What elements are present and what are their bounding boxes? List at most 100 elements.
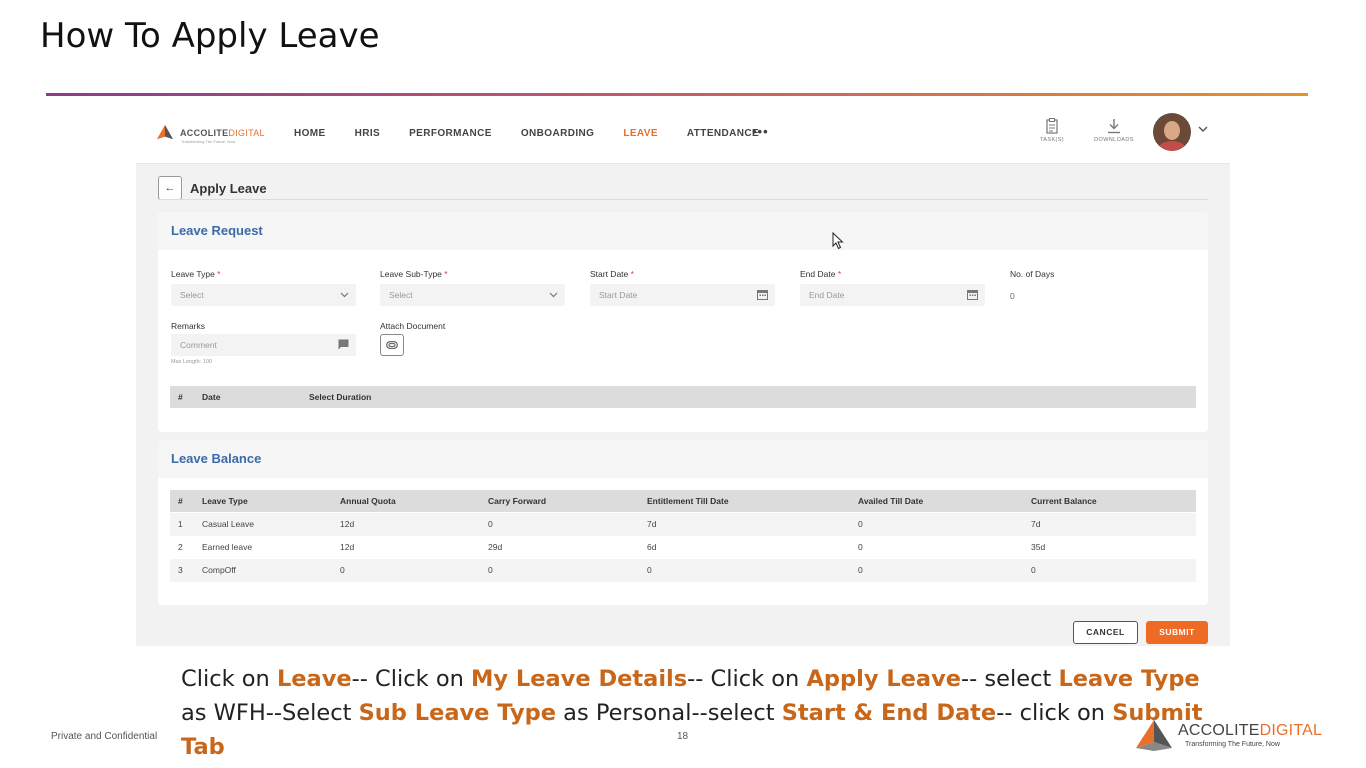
cell: 0	[1031, 565, 1036, 575]
col-num: #	[178, 496, 183, 506]
nav-attendance[interactable]: ATTENDANCE	[687, 128, 759, 139]
leave-balance-card: Leave Balance # Leave Type Annual Quota …	[158, 440, 1208, 605]
cell: 2	[178, 542, 183, 552]
leave-type-placeholder: Select	[180, 290, 204, 300]
cancel-button[interactable]: CANCEL	[1073, 621, 1138, 644]
remarks-placeholder: Comment	[180, 340, 217, 350]
arrow-left-icon: ←	[164, 182, 176, 194]
col-select-duration: Select Duration	[309, 392, 372, 402]
brand-name: ACCOLITEDIGITAL	[1178, 722, 1323, 739]
col-availed: Availed Till Date	[858, 496, 924, 506]
submit-button[interactable]: SUBMIT	[1146, 621, 1208, 644]
cell: 7d	[647, 519, 657, 529]
downloads-button[interactable]: DOWNLOADS	[1092, 118, 1136, 143]
page-header: ← Apply Leave	[158, 176, 267, 200]
balance-table-header: # Leave Type Annual Quota Carry Forward …	[170, 490, 1196, 512]
page-title: Apply Leave	[190, 180, 267, 196]
no-of-days-label: No. of Days	[1010, 269, 1055, 279]
nav-hris[interactable]: HRIS	[355, 128, 381, 139]
end-date-input[interactable]: End Date	[800, 284, 985, 306]
remarks-hint: Max Length: 100	[171, 359, 212, 365]
leave-sub-type-label: Leave Sub-Type *	[380, 269, 448, 279]
cell: Earned leave	[202, 542, 253, 552]
no-of-days-value: 0	[1010, 291, 1015, 301]
clipboard-icon	[1046, 118, 1058, 134]
start-date-input[interactable]: Start Date	[590, 284, 775, 306]
cell: 0	[858, 565, 863, 575]
back-button[interactable]: ←	[158, 176, 182, 200]
col-entitlement: Entitlement Till Date	[647, 496, 729, 506]
brand-tagline: Transforming The Future, Now	[1185, 741, 1280, 748]
cell: 0	[488, 519, 493, 529]
avatar-body	[1158, 141, 1186, 151]
page-number: 18	[677, 731, 689, 742]
downloads-label: DOWNLOADS	[1094, 137, 1134, 143]
leave-request-card: Leave Request Leave Type * Select Leave …	[158, 212, 1208, 432]
download-icon	[1108, 119, 1120, 134]
end-date-label: End Date *	[800, 269, 842, 279]
logo-pyramid-icon	[156, 124, 174, 140]
start-date-label: Start Date *	[590, 269, 634, 279]
logo-pyramid-icon	[1136, 720, 1172, 751]
nav-more-icon[interactable]: •••	[752, 124, 769, 139]
cell: 0	[858, 519, 863, 529]
col-current-balance: Current Balance	[1031, 496, 1097, 506]
attach-document-button[interactable]	[380, 334, 404, 356]
remarks-input[interactable]: Comment	[171, 334, 356, 356]
col-annual-quota: Annual Quota	[340, 496, 396, 506]
nav-home[interactable]: HOME	[294, 128, 326, 139]
leave-type-select[interactable]: Select	[171, 284, 356, 306]
chevron-down-icon[interactable]	[1198, 126, 1208, 133]
leave-sub-type-select[interactable]: Select	[380, 284, 565, 306]
avatar-face	[1164, 121, 1180, 140]
paperclip-icon	[386, 341, 398, 349]
instruction-text: Click on Leave-- Click on My Leave Detai…	[181, 666, 1203, 760]
logo-text: ACCOLITEDIGITAL	[180, 128, 265, 138]
leave-request-heading: Leave Request	[158, 212, 1208, 250]
col-carry-forward: Carry Forward	[488, 496, 547, 506]
cell: 35d	[1031, 542, 1046, 552]
cell: 7d	[1031, 519, 1041, 529]
avatar[interactable]	[1153, 113, 1191, 151]
calendar-icon	[757, 290, 768, 300]
cell: 3	[178, 565, 183, 575]
mouse-cursor-icon	[832, 232, 844, 250]
calendar-icon	[967, 290, 978, 300]
comment-icon	[338, 339, 349, 350]
top-navbar: ACCOLITEDIGITAL Transforming The Future,…	[136, 106, 1230, 164]
cell: 29d	[488, 542, 503, 552]
cell: 0	[488, 565, 493, 575]
table-row: 3 CompOff 0 0 0 0 0	[170, 559, 1196, 582]
start-date-placeholder: Start Date	[599, 290, 638, 300]
nav-leave[interactable]: LEAVE	[623, 128, 658, 139]
header-divider	[158, 199, 1208, 200]
tasks-button[interactable]: TASK(S)	[1030, 118, 1074, 143]
cell: CompOff	[202, 565, 236, 575]
title-divider	[46, 93, 1308, 96]
col-leave-type: Leave Type	[202, 496, 248, 506]
cell: 0	[647, 565, 652, 575]
leave-type-label: Leave Type *	[171, 269, 221, 279]
cell: 0	[340, 565, 345, 575]
cell: 12d	[340, 519, 355, 529]
leave-balance-heading: Leave Balance	[158, 440, 1208, 478]
duration-table-header: # Date Select Duration	[170, 386, 1196, 408]
end-date-placeholder: End Date	[809, 290, 845, 300]
col-num: #	[178, 392, 183, 402]
cell: 1	[178, 519, 183, 529]
attach-document-label: Attach Document	[380, 321, 446, 331]
app-screenshot: ACCOLITEDIGITAL Transforming The Future,…	[136, 106, 1230, 646]
nav-onboarding[interactable]: ONBOARDING	[521, 128, 594, 139]
nav-performance[interactable]: PERFORMANCE	[409, 128, 492, 139]
slide-title: How To Apply Leave	[40, 16, 380, 56]
cell: 6d	[647, 542, 657, 552]
chevron-down-icon	[549, 292, 558, 298]
logo-tagline: Transforming The Future, Now	[181, 139, 236, 144]
remarks-label: Remarks	[171, 321, 206, 331]
brand-logo: ACCOLITEDIGITAL Transforming The Future,…	[1134, 718, 1322, 752]
leave-sub-type-placeholder: Select	[389, 290, 413, 300]
col-date: Date	[202, 392, 221, 402]
main-nav: HOME HRIS PERFORMANCE ONBOARDING LEAVE A…	[294, 128, 788, 139]
table-row: 2 Earned leave 12d 29d 6d 0 35d	[170, 536, 1196, 559]
chevron-down-icon	[340, 292, 349, 298]
